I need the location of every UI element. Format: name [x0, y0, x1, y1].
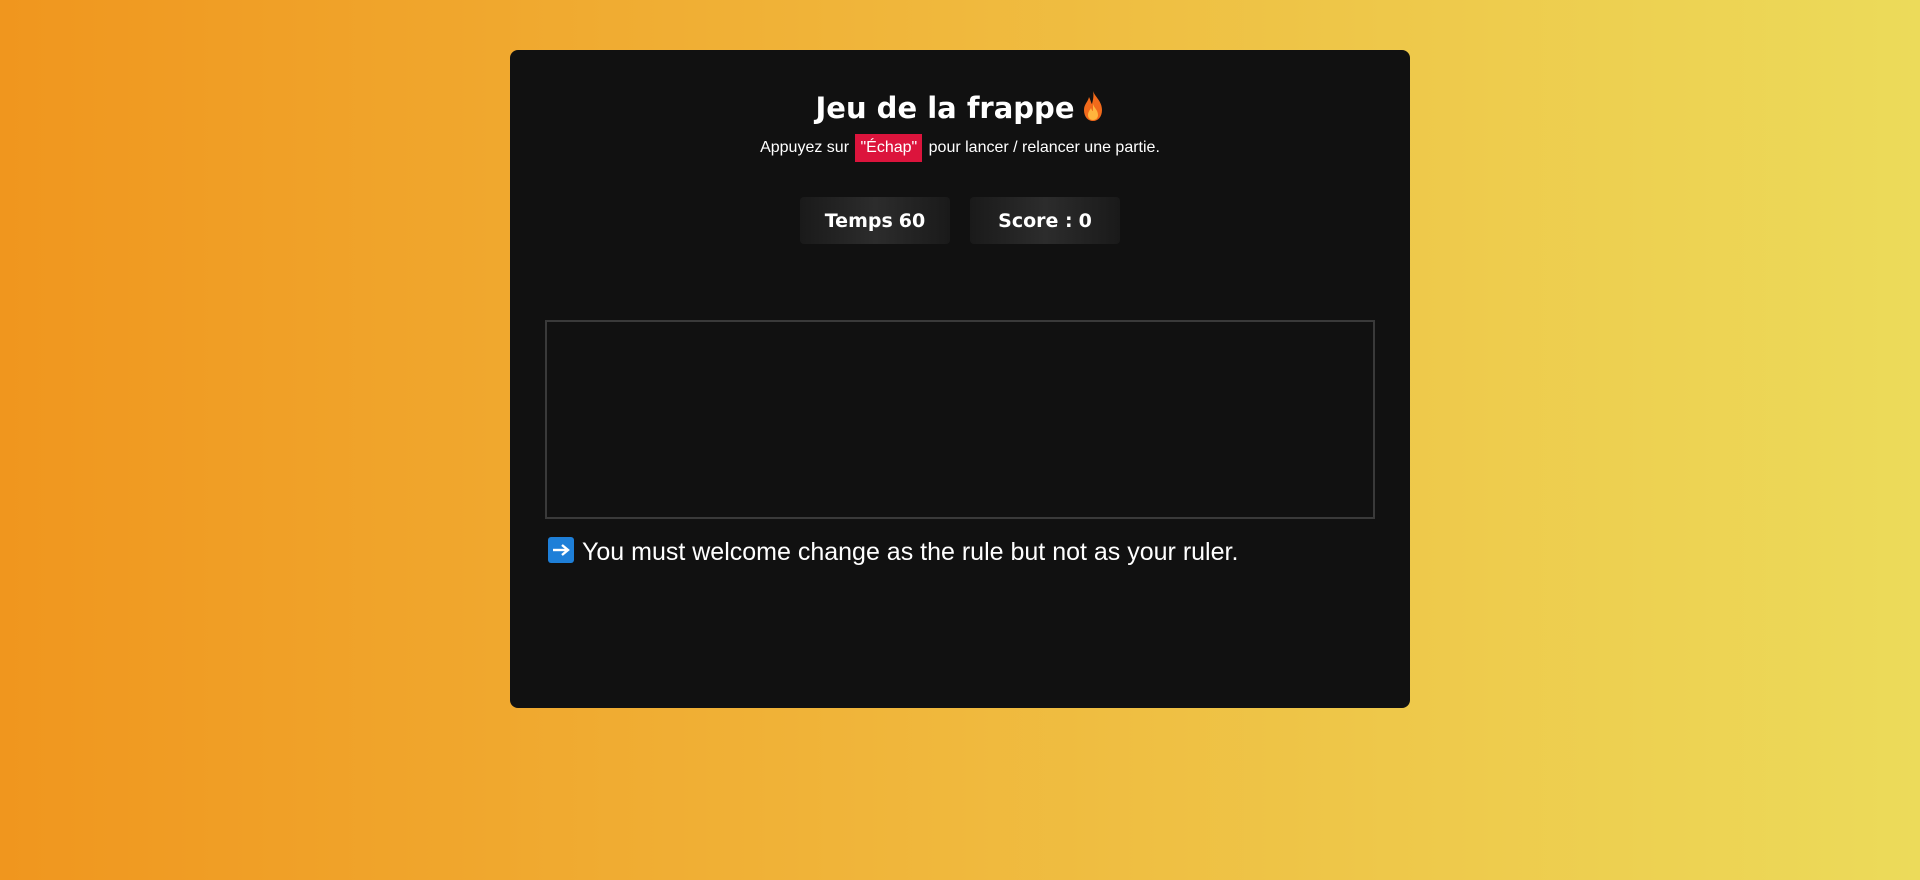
quote-text: You must welcome change as the rule but … [582, 538, 1239, 566]
typing-input-area[interactable] [545, 320, 1375, 519]
instruction-after: pour lancer / relancer une partie. [928, 139, 1160, 156]
timer-label: Temps [824, 209, 893, 232]
score-value: 0 [1078, 209, 1092, 232]
instruction-text: Appuyez sur "Échap" pour lancer / relanc… [510, 134, 1410, 162]
score-label: Score : [998, 209, 1073, 232]
score-display: Score :0 [970, 197, 1120, 244]
stats-bar: Temps 60 Score :0 [510, 197, 1410, 244]
escape-key-badge: "Échap" [855, 134, 923, 162]
game-card: Jeu de la frappe Appuyez sur "Échap" pou… [510, 50, 1410, 708]
fire-icon [1083, 91, 1102, 121]
timer-value: 60 [898, 209, 926, 232]
timer-display: Temps 60 [800, 197, 950, 244]
instruction-before: Appuyez sur [760, 139, 850, 156]
game-title: Jeu de la frappe [510, 88, 1410, 128]
right-arrow-icon [548, 537, 574, 563]
quote-line: You must welcome change as the rule but … [548, 534, 1238, 570]
game-title-text: Jeu de la frappe [815, 91, 1075, 125]
